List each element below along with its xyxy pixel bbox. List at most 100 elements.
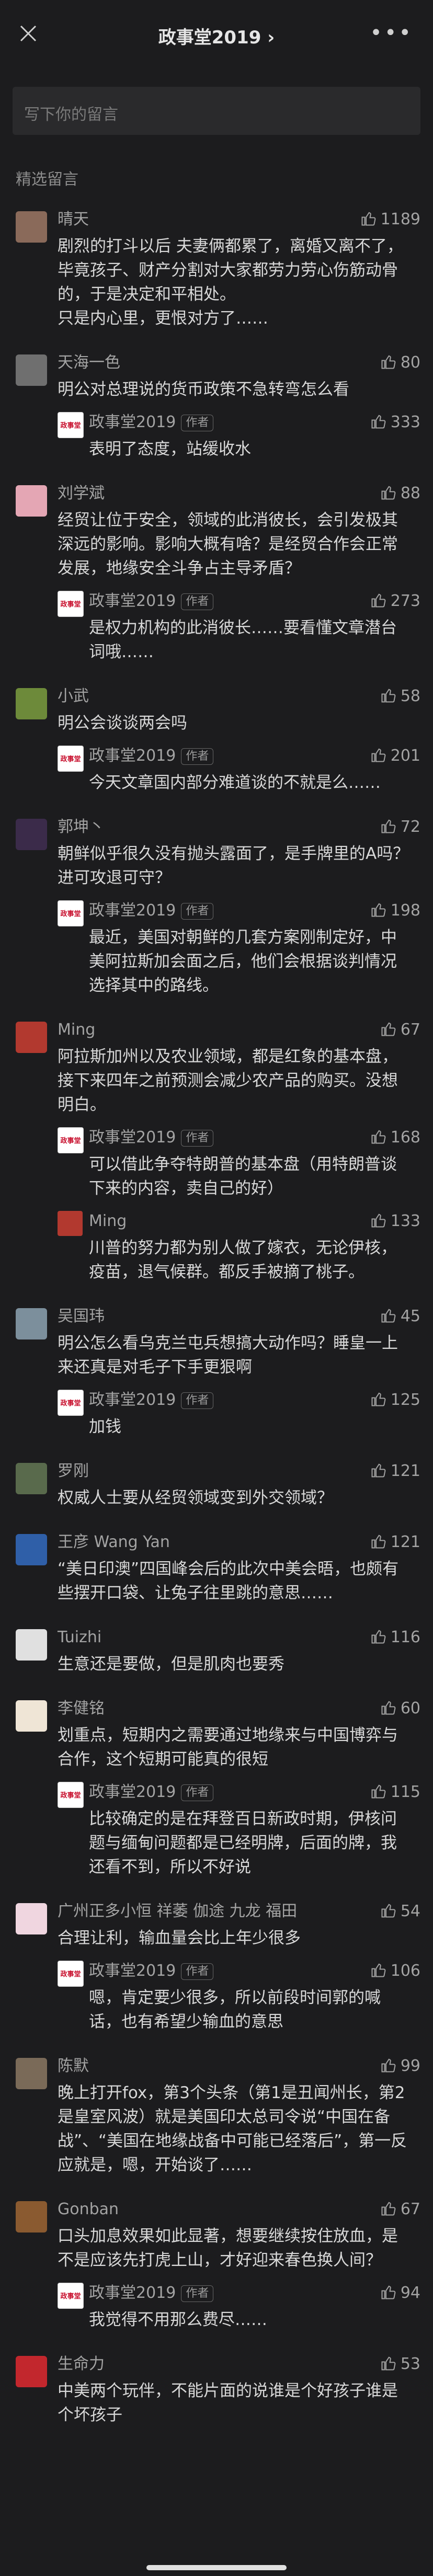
commenter-avatar[interactable] [16,1308,47,1339]
thumb-up-icon [381,1021,396,1036]
commenter-avatar[interactable] [16,1463,47,1494]
author-logo-icon[interactable] [58,412,84,438]
commenter-avatar[interactable] [16,1629,47,1661]
comment-item: 生命力 53 中美两个玩伴，不能片面的说谁是个好孩子谁是个坏孩子 [0,2353,433,2448]
commenter-avatar[interactable] [16,1534,47,1565]
comment-item: 郭坤丶72 朝鲜似乎很久没有抛头露面了，是手牌里的A吗？进可攻退可守？ 政事堂201… [0,816,433,1018]
commenter-avatar[interactable] [16,485,47,517]
author-logo-icon[interactable] [58,1390,84,1416]
replier-name[interactable]: 政事堂2019 作者 [89,1126,412,1149]
more-options-icon[interactable]: ••• [370,21,413,45]
like-count: 67 [400,2200,420,2218]
commenter-avatar[interactable] [16,1700,47,1732]
author-logo-icon[interactable] [58,591,84,617]
reply-like-button[interactable]: 273 [371,590,420,613]
comment-text: 口头加息效果如此显著，想要继续按住放血，是不是应该先打虎上山，才好迎来春色换人间… [58,2227,398,2270]
author-logo-icon[interactable] [58,2283,84,2309]
commenter-name[interactable]: Ming [58,1018,412,1041]
commenter-name[interactable]: 晴天 [58,208,412,231]
comment-item: 吴国玮 45 明公怎么看乌克兰屯兵想搞大动作吗？睡皇一上来还真是对毛子下手更狠啊 政事… [0,1305,433,1460]
thumb-up-icon [381,484,396,500]
like-count: 121 [390,1533,420,1551]
page-title[interactable]: 政事堂2019 › [0,23,433,49]
thumb-up-icon [371,592,386,608]
reply-like-button[interactable]: 198 [371,899,420,922]
author-logo-icon[interactable] [58,900,84,926]
replier-name-text: 政事堂2019 [89,592,176,610]
replier-avatar[interactable] [58,1211,83,1236]
like-button[interactable]: 116 [371,1626,420,1649]
author-logo-icon[interactable] [58,1961,84,1987]
like-button[interactable]: 58 [381,685,420,708]
thumb-up-icon [381,2057,396,2073]
author-logo-icon[interactable] [58,746,84,772]
commenter-name[interactable]: 郭坤丶 [58,816,412,839]
commenter-name[interactable]: Gonban [58,2198,412,2221]
commenter-avatar[interactable] [16,2058,47,2089]
commenter-name[interactable]: 陈默 [58,2055,412,2078]
comment-item: 罗刚 121 权威人士要从经贸领域变到外交领域？ [0,1460,433,1531]
like-button[interactable]: 72 [381,816,420,839]
like-button[interactable]: 99 [381,2055,420,2078]
replier-name[interactable]: 政事堂2019 作者 [89,899,412,922]
thumb-up-icon [371,1462,386,1478]
commenter-name[interactable]: 小武 [58,685,412,708]
replier-name[interactable]: 政事堂2019 作者 [89,745,412,768]
like-button[interactable]: 80 [381,351,420,374]
like-button[interactable]: 60 [381,1697,420,1720]
comment-input[interactable]: 写下你的留言 [13,87,420,135]
commenter-avatar[interactable] [16,1903,47,1934]
commenter-name[interactable]: 罗刚 [58,1460,412,1483]
like-button[interactable]: 53 [381,2353,420,2376]
author-logo-icon[interactable] [58,1782,84,1808]
like-button[interactable]: 88 [381,482,420,505]
commenter-avatar[interactable] [16,354,47,386]
replier-name[interactable]: 政事堂2019 作者 [89,2282,412,2305]
commenter-avatar[interactable] [16,2201,47,2232]
replier-name[interactable]: 政事堂2019 作者 [89,1960,412,1983]
like-button[interactable]: 67 [381,2198,420,2221]
thumb-up-icon [381,353,396,369]
reply-like-button[interactable]: 333 [371,411,420,434]
author-badge: 作者 [181,2285,214,2302]
like-button[interactable]: 1189 [361,208,420,231]
commenter-avatar[interactable] [16,211,47,243]
like-button[interactable]: 67 [381,1018,420,1041]
commenter-name[interactable]: 广州正多小恒 祥萎 伽途 九龙 福田 [58,1900,412,1923]
commenter-avatar[interactable] [16,819,47,850]
commenter-name[interactable]: 吴国玮 [58,1305,412,1328]
commenter-avatar[interactable] [16,2356,47,2387]
thumb-up-icon [371,901,386,917]
comment-text: 权威人士要从经贸领域变到外交领域？ [58,1489,333,1507]
reply-like-button[interactable]: 94 [381,2282,420,2305]
reply-item: 政事堂2019 作者 168 可以借此争夺特朗普的基本盘（用特朗普谈下来的内容，卖自己… [58,1126,420,1200]
commenter-name[interactable]: Tuizhi [58,1626,412,1649]
replier-name[interactable]: 政事堂2019 作者 [89,1781,412,1804]
commenter-name[interactable]: 生命力 [58,2353,412,2376]
commenter-name[interactable]: 王彦 Wang Yan [58,1531,412,1554]
replier-name[interactable]: 政事堂2019 作者 [89,411,412,434]
commenter-avatar[interactable] [16,1022,47,1053]
reply-like-button[interactable]: 125 [371,1389,420,1412]
like-button[interactable]: 121 [371,1531,420,1554]
reply-like-button[interactable]: 133 [371,1210,420,1233]
replier-name[interactable]: Ming [89,1210,412,1233]
like-button[interactable]: 54 [381,1900,420,1923]
commenter-name[interactable]: 刘学斌 [58,482,412,505]
author-logo-icon[interactable] [58,1127,84,1153]
reply-like-button[interactable]: 201 [371,745,420,768]
author-badge: 作者 [181,903,214,920]
commenter-name[interactable]: 李健铭 [58,1697,412,1720]
replier-name[interactable]: 政事堂2019 作者 [89,1389,412,1412]
reply-like-button[interactable]: 115 [371,1781,420,1804]
commenter-name[interactable]: 天海一色 [58,351,412,374]
reply-item: 政事堂2019 作者 125 加钱 [58,1389,420,1439]
reply-like-button[interactable]: 106 [371,1960,420,1983]
reply-like-button[interactable]: 168 [371,1126,420,1149]
comment-text: 生意还是要做，但是肌肉也要秀 [58,1655,284,1674]
like-button[interactable]: 121 [371,1460,420,1483]
comment-text: 经贸让位于安全，领域的此消彼长，会引发极其深远的影响。影响大概有啥？是经贸合作会… [58,511,398,578]
replier-name[interactable]: 政事堂2019 作者 [89,590,412,613]
like-button[interactable]: 45 [381,1305,420,1328]
commenter-avatar[interactable] [16,688,47,719]
